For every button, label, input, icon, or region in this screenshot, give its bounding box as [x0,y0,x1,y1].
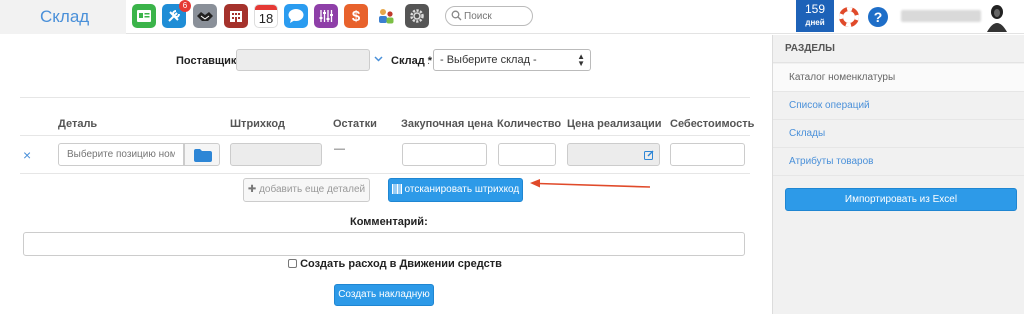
col-purchase-price: Закупочная цена [401,118,493,130]
dollar-glyph: $ [351,7,361,25]
supplier-label: Поставщик [176,55,237,67]
annotation-arrow [530,179,651,188]
sale-price-field[interactable] [567,143,660,166]
settings-icon[interactable] [405,4,429,28]
edit-icon[interactable] [644,150,654,160]
user-name-blurred[interactable] [901,10,981,22]
browse-button[interactable] [184,143,220,166]
import-excel-button[interactable]: Импортировать из Excel [785,188,1017,211]
help-icon[interactable]: ? [868,7,888,27]
sidebar-item-catalog[interactable]: Каталог номенклатуры [773,64,1024,92]
warehouse-select-value: - Выберите склад - [440,54,537,66]
chat-icon[interactable] [284,4,308,28]
plus-icon: ✚ [247,184,257,195]
divider [20,97,750,98]
dollar-icon[interactable]: $ [344,4,368,28]
header-divider [20,135,750,136]
select-arrows-icon: ▲ ▼ [577,52,585,68]
days-label: дней [805,18,825,27]
col-stock: Остатки [333,118,377,130]
sidebar-item-attributes[interactable]: Атрибуты товаров [773,148,1024,176]
purchase-price-input[interactable] [402,143,487,166]
add-more-parts-button[interactable]: ✚ добавить еще деталей [243,178,370,202]
create-expense-option[interactable]: Создать расход в Движении средств [288,258,502,270]
col-cost: Себестоимость [670,118,755,130]
search-box[interactable] [445,6,533,26]
create-expense-checkbox[interactable] [288,259,297,268]
col-quantity: Количество [497,118,562,130]
top-bar: Склад 6 18 $ 159 дней ? [0,0,1024,34]
row-divider [20,173,750,174]
scan-barcode-label: отсканировать штрихкод [404,184,520,195]
col-sale-price: Цена реализации [567,118,662,130]
contacts-icon[interactable] [132,4,156,28]
supplier-field[interactable] [236,49,370,71]
col-detail: Деталь [58,118,98,130]
sidebar: РАЗДЕЛЫ Каталог номенклатуры Список опер… [772,35,1024,314]
sidebar-item-operations[interactable]: Список операций [773,92,1024,120]
days-count: 159 [804,2,826,16]
scan-barcode-button[interactable]: отсканировать штрихкод [388,178,523,202]
calendar-day: 18 [258,11,274,26]
search-icon [451,10,462,21]
lifebuoy-icon[interactable] [839,7,859,27]
building-icon[interactable] [224,4,248,28]
calendar-icon[interactable]: 18 [254,4,278,28]
folder-icon [194,149,212,162]
cost-input[interactable] [670,143,745,166]
create-expense-label: Создать расход в Движении средств [300,258,502,270]
sidebar-heading: РАЗДЕЛЫ [773,35,1024,63]
comment-input[interactable] [23,232,745,256]
quantity-input[interactable] [498,143,556,166]
comment-label: Комментарий: [350,216,428,228]
barcode-icon [391,184,402,194]
chevron-down-icon[interactable] [374,56,383,62]
warehouse-label: Склад * [391,55,433,67]
app-title[interactable]: Склад [0,0,126,34]
warehouse-select[interactable]: - Выберите склад - ▲ ▼ [433,49,591,71]
avatar[interactable] [985,2,1009,32]
tools-icon[interactable]: 6 [162,0,191,28]
create-invoice-button[interactable]: Создать накладную [334,284,434,306]
add-more-parts-label: добавить еще деталей [259,184,366,195]
stock-value: — [334,143,345,155]
notification-badge: 6 [179,0,191,12]
invoice-form: Поставщик : Склад * : - Выберите склад -… [0,35,772,314]
users-icon[interactable] [374,4,398,28]
part-input[interactable] [58,143,184,166]
barcode-field[interactable] [230,143,322,166]
search-input[interactable] [464,9,528,23]
days-remaining-badge[interactable]: 159 дней [796,0,834,32]
handshake-icon[interactable] [193,4,217,28]
col-barcode: Штрихкод [230,118,285,130]
remove-row-icon[interactable]: × [23,147,31,163]
sliders-icon[interactable] [314,4,338,28]
sidebar-item-warehouses[interactable]: Склады [773,120,1024,148]
